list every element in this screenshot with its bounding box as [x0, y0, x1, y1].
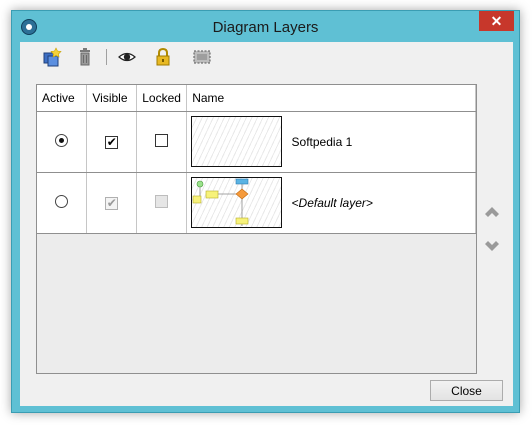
- layer-thumbnail: [191, 116, 283, 167]
- move-down-icon[interactable]: [484, 239, 500, 253]
- visible-checkbox[interactable]: ✔: [105, 135, 119, 149]
- table-row[interactable]: ✔ Softpedia 1: [37, 111, 476, 173]
- close-button[interactable]: Close: [430, 380, 503, 401]
- dialog-client-area: Active Visible Locked Name ✔ Softpedia 1…: [20, 42, 513, 406]
- delete-layer-icon[interactable]: [75, 47, 97, 67]
- column-header-active[interactable]: Active: [37, 85, 88, 112]
- window-title: Diagram Layers: [212, 19, 319, 36]
- layers-toolbar: [20, 42, 513, 72]
- active-radio[interactable]: [55, 133, 69, 147]
- active-cell: [37, 111, 88, 173]
- diagram-layers-window: Diagram Layers ✕ Active Visible Locked N…: [11, 10, 520, 413]
- toolbar-separator: [106, 49, 107, 65]
- locked-checkbox[interactable]: [155, 133, 169, 147]
- locked-cell: [136, 111, 188, 173]
- layer-thumbnail: [191, 177, 283, 228]
- visible-cell: ✔: [86, 172, 138, 234]
- column-header-name[interactable]: Name: [186, 85, 476, 112]
- layer-name[interactable]: Softpedia 1: [292, 135, 353, 149]
- active-cell: [37, 172, 88, 234]
- new-layer-icon[interactable]: [42, 47, 64, 67]
- layers-table: Active Visible Locked Name ✔ Softpedia 1…: [37, 85, 476, 234]
- window-close-icon[interactable]: ✕: [479, 11, 514, 31]
- select-layer-icon[interactable]: [192, 47, 214, 67]
- column-header-locked[interactable]: Locked: [136, 85, 188, 112]
- layer-name[interactable]: <Default layer>: [292, 196, 373, 210]
- column-header-visible[interactable]: Visible: [86, 85, 138, 112]
- table-row[interactable]: ✔ <Default layer>: [37, 172, 476, 234]
- visible-checkbox: ✔: [105, 195, 119, 210]
- table-header-row: Active Visible Locked Name: [37, 85, 476, 112]
- locked-checkbox: [155, 194, 169, 208]
- visibility-eye-icon[interactable]: [117, 47, 139, 67]
- title-bar: Diagram Layers ✕: [12, 11, 519, 43]
- lock-icon[interactable]: [153, 47, 175, 67]
- name-cell: Softpedia 1: [186, 111, 476, 173]
- name-cell: <Default layer>: [186, 172, 476, 234]
- active-radio[interactable]: [55, 194, 69, 208]
- layers-grid: Active Visible Locked Name ✔ Softpedia 1…: [36, 84, 477, 374]
- locked-cell: [136, 172, 188, 234]
- visible-cell: ✔: [86, 111, 138, 173]
- move-up-icon[interactable]: [484, 205, 500, 219]
